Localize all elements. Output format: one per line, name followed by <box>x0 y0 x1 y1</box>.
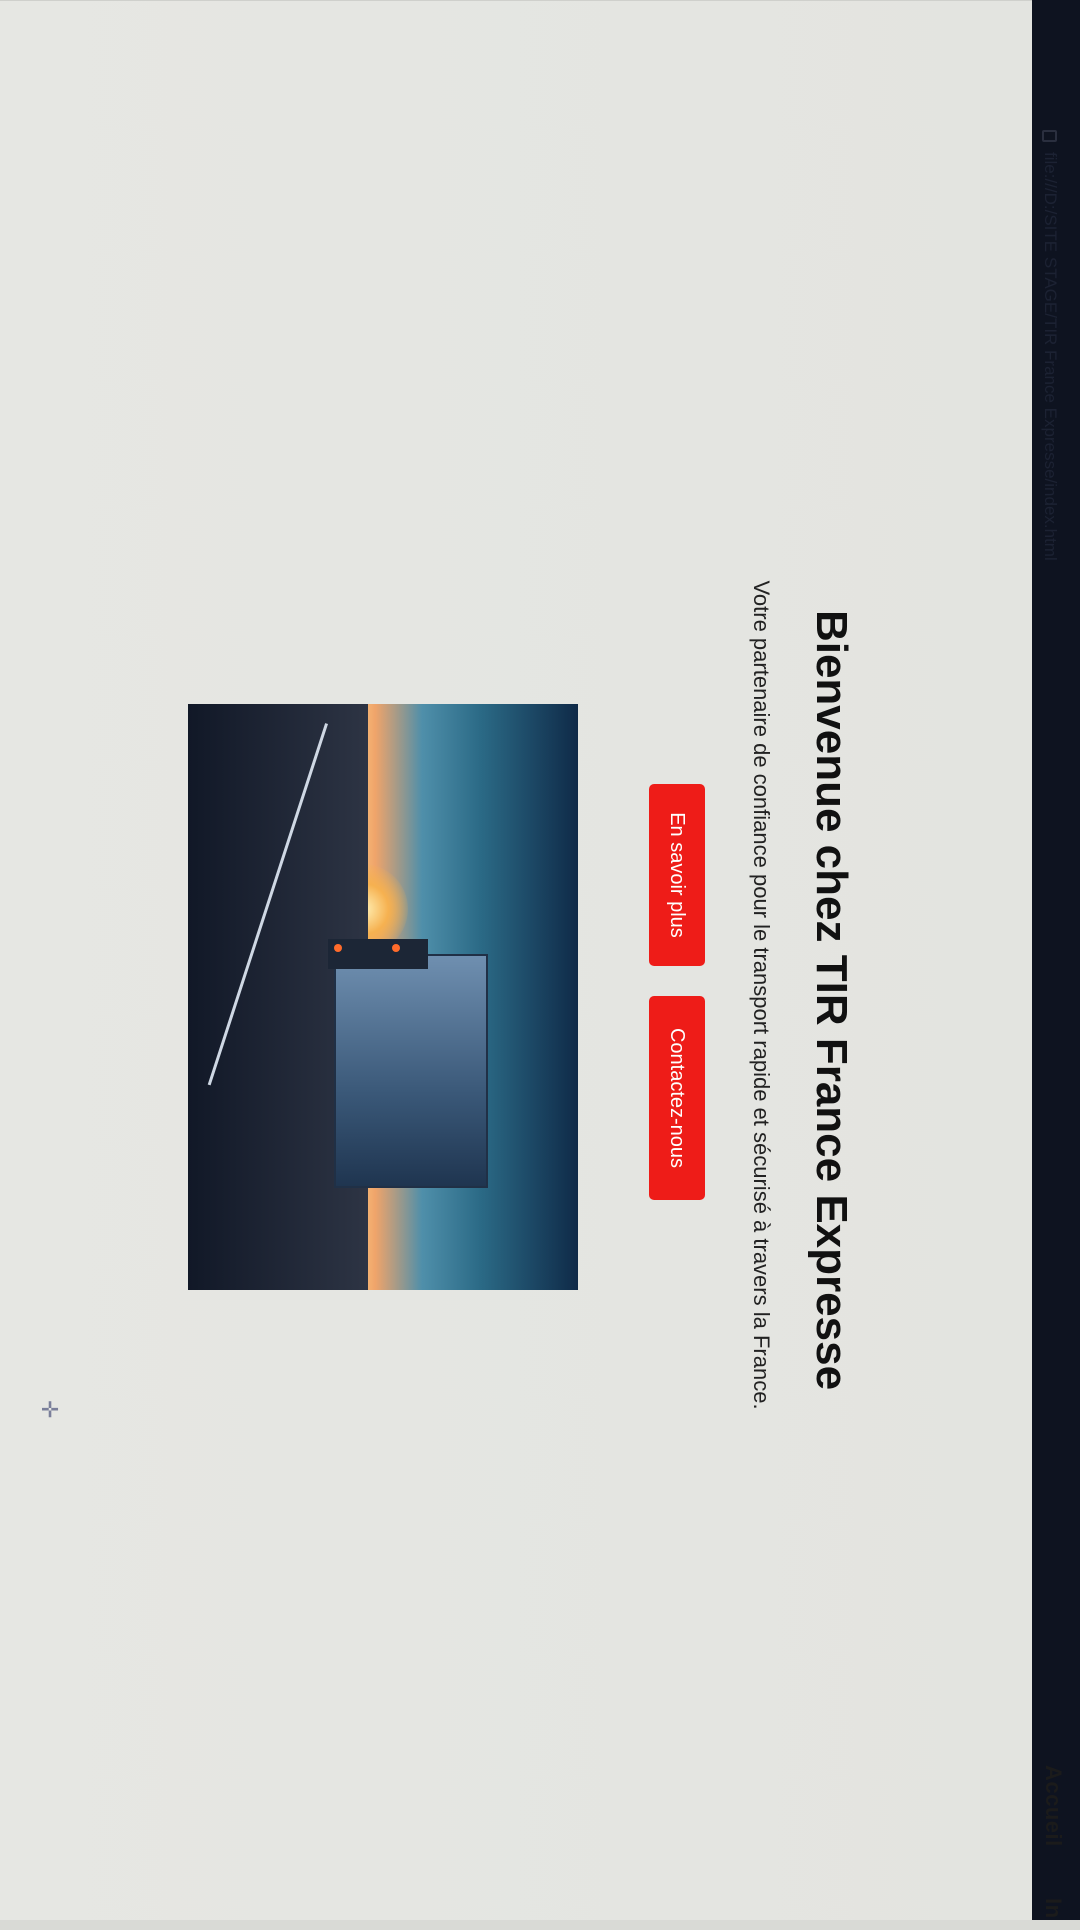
sparkle-icon: ✛ <box>37 1400 62 1419</box>
truck-trailer <box>334 954 488 1188</box>
page-icon <box>1042 130 1058 142</box>
browser-window: Accueil In Bienvenue chez TIR France Exp… <box>0 0 1080 1920</box>
address-bar[interactable]: file:///D:/SITE STAGE/TIR France Express… <box>1020 130 1080 1930</box>
divider <box>0 0 1032 1</box>
hero-subtitle: Votre partenaire de confiance pour le tr… <box>749 580 774 1410</box>
truck-cab <box>328 939 428 969</box>
tail-light <box>392 944 400 952</box>
learn-more-button[interactable]: En savoir plus <box>649 784 705 966</box>
truck-highway-image <box>188 704 578 1290</box>
tail-light <box>334 944 342 952</box>
page-content: Bienvenue chez TIR France Expresse Votre… <box>0 0 1032 1920</box>
page-title: Bienvenue chez TIR France Expresse <box>807 609 856 1391</box>
contact-button[interactable]: Contactez-nous <box>649 996 705 1200</box>
address-text: file:///D:/SITE STAGE/TIR France Express… <box>1041 152 1060 561</box>
